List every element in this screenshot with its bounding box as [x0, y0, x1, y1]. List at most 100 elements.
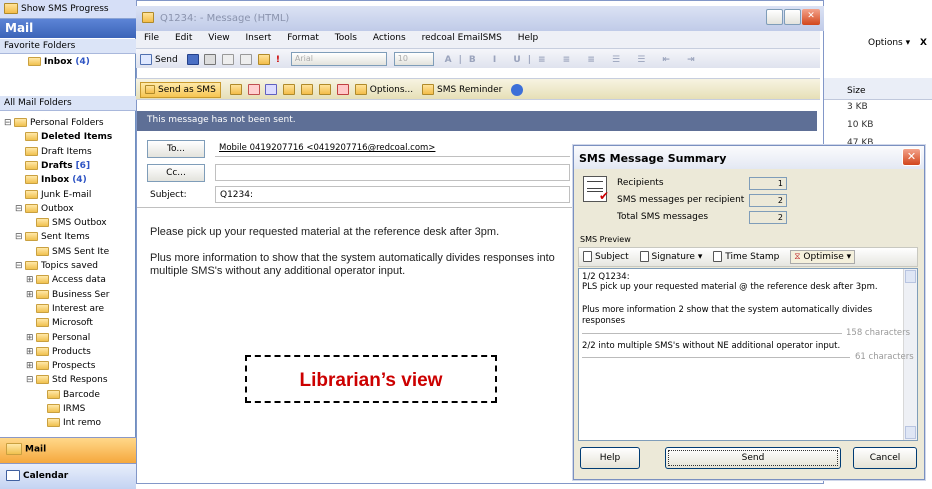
- folder-item[interactable]: IRMS: [37, 404, 85, 414]
- font-size-select[interactable]: 10: [393, 52, 434, 66]
- expand-toggle-icon[interactable]: ⊞: [26, 347, 36, 357]
- optimise-toggle[interactable]: ⧖ Optimise ▾: [790, 250, 856, 264]
- menu-file[interactable]: File: [144, 33, 159, 43]
- folder-item[interactable]: ⊞ Access data: [26, 275, 106, 285]
- folder-item[interactable]: Drafts [6]: [15, 160, 90, 171]
- expand-toggle-icon[interactable]: ⊞: [26, 361, 36, 371]
- cc-button[interactable]: Cc...: [147, 164, 205, 182]
- sms-icon: [145, 85, 155, 94]
- expand-toggle-icon[interactable]: ⊞: [26, 290, 36, 300]
- folder-icon: [25, 232, 38, 242]
- expand-toggle-icon[interactable]: ⊞: [26, 333, 36, 343]
- message-body[interactable]: Please pick up your requested material a…: [150, 226, 590, 278]
- sms-tool-icon[interactable]: [319, 84, 332, 95]
- menu-redcoal[interactable]: redcoal EmailSMS: [422, 33, 502, 43]
- folder-item[interactable]: ⊟ Personal Folders: [4, 118, 104, 128]
- to-button[interactable]: To...: [147, 140, 205, 158]
- dialog-close-icon[interactable]: ✕: [902, 148, 921, 166]
- nav-mail-button[interactable]: Mail: [0, 437, 136, 463]
- to-field[interactable]: Mobile 0419207716 <0419207716@redcoal.co…: [215, 140, 570, 157]
- expand-toggle-icon[interactable]: ⊟: [15, 261, 25, 271]
- folder-label: Sent Items: [41, 232, 90, 243]
- folder-label: Prospects: [52, 361, 96, 372]
- send-sms-button[interactable]: Send: [665, 447, 841, 469]
- send-button[interactable]: Send: [140, 53, 178, 65]
- folder-item[interactable]: ⊟ Topics saved: [15, 261, 98, 271]
- expand-toggle-icon[interactable]: ⊟: [15, 204, 25, 214]
- folder-label: Microsoft: [52, 318, 93, 329]
- expand-toggle-icon[interactable]: ⊟: [4, 118, 14, 128]
- format-buttons[interactable]: A|B I U|≡ ≡ ≡ ☰ ☰ ⇤ ⇥: [445, 55, 702, 65]
- per-recipient-label: SMS messages per recipient: [617, 195, 745, 205]
- send-as-sms-button[interactable]: Send as SMS: [140, 82, 221, 98]
- help-icon[interactable]: [511, 83, 524, 96]
- pane-close-button[interactable]: X: [920, 38, 927, 48]
- cancel-button[interactable]: Cancel: [853, 447, 917, 469]
- timestamp-toggle[interactable]: Time Stamp: [713, 251, 779, 262]
- importance-icon[interactable]: !: [276, 55, 280, 65]
- save-icon[interactable]: [186, 53, 199, 65]
- menu-tools[interactable]: Tools: [335, 33, 357, 43]
- folder-item[interactable]: ⊞ Personal: [26, 332, 90, 343]
- sms-tool-icon[interactable]: [247, 84, 260, 95]
- folder-icon: [36, 246, 49, 256]
- menu-help[interactable]: Help: [518, 33, 539, 43]
- folder-item[interactable]: SMS Sent Ite: [26, 246, 109, 257]
- maximize-button[interactable]: [784, 9, 801, 25]
- folder-item[interactable]: ⊟ Std Respons: [26, 375, 108, 385]
- folder-item[interactable]: SMS Outbox: [26, 218, 107, 228]
- folder-label: Products: [52, 346, 91, 357]
- menu-actions[interactable]: Actions: [373, 33, 406, 43]
- folder-item[interactable]: ⊞ Business Ser: [26, 289, 110, 300]
- address-book-icon[interactable]: [258, 53, 271, 65]
- close-icon[interactable]: ✕: [802, 9, 820, 25]
- cc-field[interactable]: [215, 164, 570, 181]
- size-cell: 10 KB: [847, 120, 874, 130]
- folder-item[interactable]: Deleted Items: [15, 132, 112, 142]
- folder-item[interactable]: ⊞ Prospects: [26, 361, 95, 371]
- signature-toggle[interactable]: Signature ▾: [639, 251, 702, 262]
- print-icon[interactable]: [204, 53, 217, 65]
- dialog-title: SMS Message Summary: [574, 146, 924, 169]
- folder-item[interactable]: Barcode: [37, 389, 100, 400]
- check-icon: ✔: [598, 189, 609, 203]
- menu-edit[interactable]: Edit: [175, 33, 192, 43]
- minimize-button[interactable]: [766, 9, 783, 25]
- attach-icon[interactable]: [240, 53, 253, 65]
- folder-item[interactable]: Int remo: [37, 418, 101, 428]
- folder-item[interactable]: Junk E-mail: [15, 189, 91, 200]
- menu-view[interactable]: View: [208, 33, 229, 43]
- options-button[interactable]: Options...: [354, 84, 413, 95]
- folder-item[interactable]: Interest are: [26, 303, 104, 314]
- scroll-down-arrow[interactable]: [905, 426, 916, 439]
- font-name-select[interactable]: Arial: [290, 52, 387, 66]
- sms-tool-icon[interactable]: [301, 84, 314, 95]
- expand-toggle-icon[interactable]: ⊟: [15, 232, 25, 242]
- menu-insert[interactable]: Insert: [245, 33, 271, 43]
- show-sms-progress-button[interactable]: Show SMS Progress: [0, 0, 136, 19]
- help-button[interactable]: Help: [580, 447, 640, 469]
- scroll-up-arrow[interactable]: [905, 270, 916, 283]
- cut-icon[interactable]: [222, 53, 235, 65]
- favorite-inbox[interactable]: Inbox (4): [28, 57, 90, 67]
- folder-item[interactable]: Microsoft: [26, 318, 93, 328]
- sms-tool-icon[interactable]: [336, 84, 349, 95]
- sms-tool-icon[interactable]: [265, 84, 278, 95]
- folder-item[interactable]: Inbox (4): [15, 175, 87, 185]
- folder-item[interactable]: ⊟ Sent Items: [15, 232, 90, 242]
- size-column-header[interactable]: Size: [847, 86, 865, 96]
- expand-toggle-icon[interactable]: ⊞: [26, 275, 36, 285]
- expand-toggle-icon[interactable]: ⊟: [26, 375, 36, 385]
- subject-field[interactable]: Q1234:: [215, 186, 570, 203]
- folder-tree: ⊟ Personal Folders Deleted Items Draft Item…: [0, 118, 136, 436]
- sms-reminder-button[interactable]: SMS Reminder: [421, 84, 502, 95]
- folder-item[interactable]: Draft Items: [15, 146, 92, 157]
- sms-tool-icon[interactable]: [283, 84, 296, 95]
- menu-format[interactable]: Format: [287, 33, 319, 43]
- sms-tool-icon[interactable]: [229, 84, 242, 95]
- options-menu[interactable]: Options ▾: [868, 38, 910, 48]
- nav-calendar-button[interactable]: Calendar: [0, 463, 136, 489]
- folder-item[interactable]: ⊟ Outbox: [15, 203, 74, 214]
- subject-toggle[interactable]: Subject: [583, 251, 629, 262]
- folder-item[interactable]: ⊞ Products: [26, 346, 91, 357]
